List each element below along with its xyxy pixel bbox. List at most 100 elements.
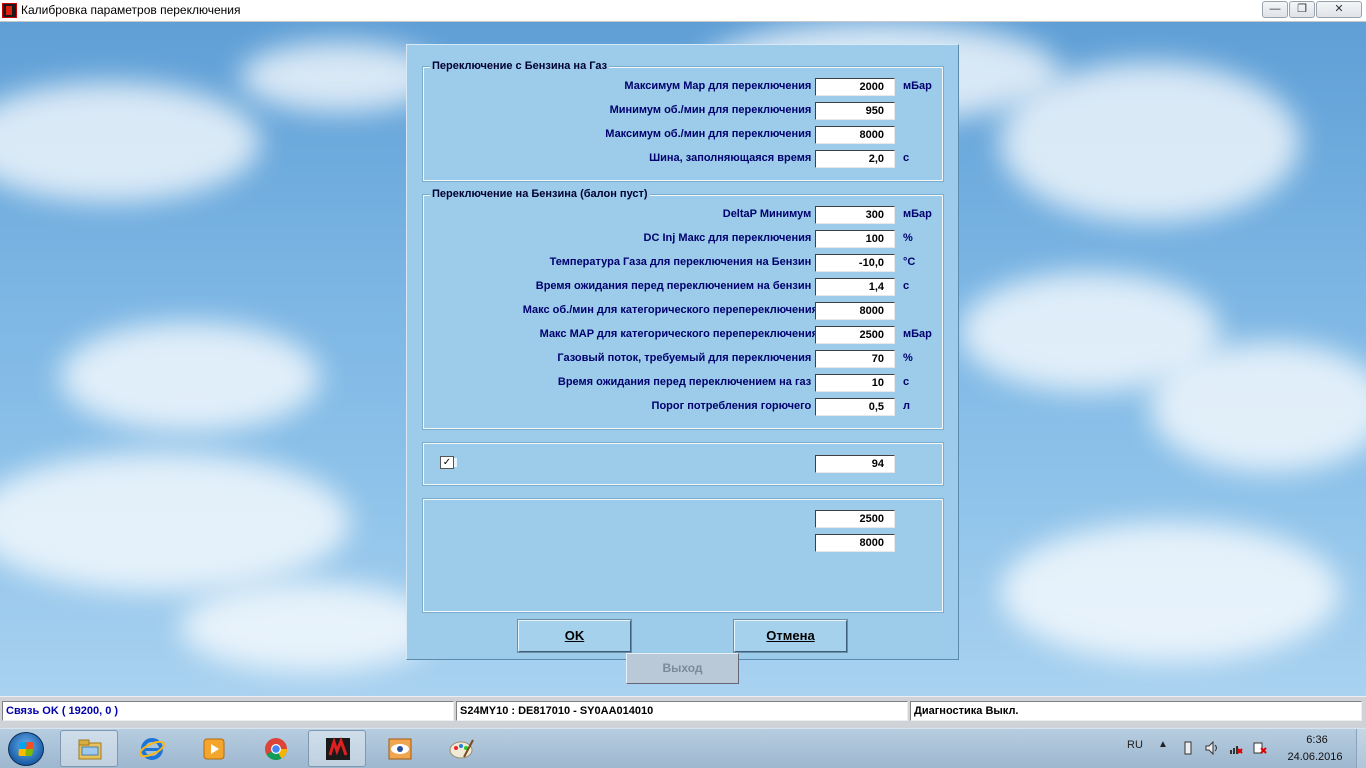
row-gas-flow: Газовый поток, требуемый для переключени…	[424, 350, 955, 368]
fuel-threshold-field[interactable]: 0,5	[815, 398, 895, 416]
min-rpm-field[interactable]: 950	[815, 102, 895, 120]
title-bar: Калибровка параметров переключения — ❐ ✕	[0, 0, 1366, 22]
group-to-petrol-title: Переключение на Бензина (балон пуст)	[430, 188, 650, 200]
app-logo-icon	[2, 3, 17, 18]
row-label: Макс об./мин для категорического перепер…	[522, 304, 818, 316]
row-deltap-min: DeltaP Минимум : 300 мБар	[424, 206, 955, 224]
usb-icon[interactable]	[1181, 741, 1195, 755]
taskbar-media-player[interactable]	[184, 730, 242, 767]
action-center-icon[interactable]	[1253, 741, 1267, 755]
group-checkbox: ✓ 94	[422, 442, 944, 486]
show-desktop-button[interactable]	[1356, 729, 1366, 768]
row-max-rpm: Максимум об./мин для переключения : 8000	[424, 126, 955, 144]
start-button[interactable]	[8, 732, 44, 766]
clock-time[interactable]: 6:36	[1292, 734, 1342, 746]
group-petrol-to-gas-title: Переключение с Бензина на Газ	[430, 60, 610, 72]
row-unit: мБар	[903, 208, 932, 220]
fill-time-field[interactable]: 2,0	[815, 150, 895, 168]
eye-app-icon	[388, 738, 412, 760]
max-map-forced-field[interactable]: 2500	[815, 326, 895, 344]
maximize-button[interactable]: ❐	[1289, 1, 1315, 18]
gas-flow-field[interactable]: 70	[815, 350, 895, 368]
max-map-field[interactable]: 2000	[815, 78, 895, 96]
window-title: Калибровка параметров переключения	[21, 3, 241, 17]
row-fuel-threshold: Порог потребления горючего : 0,5 л	[424, 398, 955, 416]
group-to-petrol: Переключение на Бензина (балон пуст) Del…	[422, 188, 944, 430]
network-icon[interactable]	[1229, 741, 1243, 755]
taskbar-eye-app[interactable]	[370, 730, 428, 767]
taskbar-chrome[interactable]	[246, 730, 304, 767]
row-label: Порог потребления горючего :	[651, 400, 818, 412]
taskbar-explorer[interactable]	[60, 730, 118, 767]
cancel-button[interactable]: Отмена	[733, 619, 848, 653]
wait-petrol-field[interactable]: 1,4	[815, 278, 895, 296]
row-max-rpm-forced: Макс об./мин для категорического перепер…	[424, 302, 955, 320]
row-unit: с	[903, 280, 910, 292]
row-label: DC Inj Макс для переключения :	[643, 232, 818, 244]
group-petrol-to-gas: Переключение с Бензина на Газ Максимум M…	[422, 60, 944, 182]
calibration-app-icon	[326, 737, 350, 760]
diagnostics-status: Диагностика Выкл.	[910, 701, 1362, 721]
row-unit: с	[903, 376, 910, 388]
taskbar-internet-explorer[interactable]	[122, 730, 180, 767]
chrome-icon	[265, 738, 287, 760]
row-unit: %	[903, 352, 913, 364]
row-label: Время ожидания перед переключением на бе…	[535, 280, 818, 292]
taskbar-calibration-app[interactable]	[308, 730, 366, 767]
minimize-button[interactable]: —	[1262, 1, 1288, 18]
row-unit: мБар	[903, 328, 932, 340]
row-unit: °C	[903, 256, 916, 268]
status-bar: Связь OK ( 19200, 0 ) S24MY10 : DE817010…	[0, 696, 1366, 728]
row-wait-petrol: Время ожидания перед переключением на бе…	[424, 278, 955, 296]
dc-inj-field[interactable]: 100	[815, 230, 895, 248]
extra-value-1-field[interactable]: 2500	[815, 510, 895, 528]
row-label: Температура Газа для переключения на Бен…	[549, 256, 818, 268]
extra-value-2-field[interactable]: 8000	[815, 534, 895, 552]
language-indicator[interactable]: RU	[1127, 739, 1143, 751]
max-rpm-forced-field[interactable]: 8000	[815, 302, 895, 320]
row-label: Максимум об./мин для переключения :	[605, 128, 818, 140]
row-label: Шина, заполняющаяся время :	[649, 152, 818, 164]
deltap-min-field[interactable]: 300	[815, 206, 895, 224]
connection-status: Связь OK ( 19200, 0 )	[2, 701, 454, 721]
row-min-rpm: Минимум об./мин для переключения : 950	[424, 102, 955, 120]
volume-icon[interactable]	[1205, 741, 1219, 755]
row-label: DeltaP Минимум :	[722, 208, 818, 220]
row-fill-time: Шина, заполняющаяся время : 2,0 с	[424, 150, 955, 168]
close-button[interactable]: ✕	[1316, 1, 1362, 18]
group-extra: 2500 8000	[422, 498, 944, 613]
ok-button[interactable]: OK	[517, 619, 632, 653]
row-extra-2: 8000	[424, 534, 955, 552]
row-unit: мБар	[903, 80, 932, 92]
exit-button[interactable]: Выход	[626, 653, 739, 684]
row-extra-1: 2500	[424, 510, 955, 528]
row-dc-inj: DC Inj Макс для переключения : 100 %	[424, 230, 955, 248]
row-label: Минимум об./мин для переключения :	[609, 104, 818, 116]
paint-icon	[449, 739, 474, 759]
internet-explorer-icon	[139, 738, 165, 760]
wait-gas-field[interactable]: 10	[815, 374, 895, 392]
taskbar-paint[interactable]	[432, 730, 490, 767]
row-label: Максимум Map для переключения :	[624, 80, 818, 92]
row-gas-temp: Температура Газа для переключения на Бен…	[424, 254, 955, 272]
max-rpm-field[interactable]: 8000	[815, 126, 895, 144]
ecu-status: S24MY10 : DE817010 - SY0AA014010	[456, 701, 908, 721]
row-unit: л	[903, 400, 910, 412]
row-unit: %	[903, 232, 913, 244]
row-label: Время ожидания перед переключением на га…	[557, 376, 818, 388]
taskbar: RU ▲ 6:36 24.06.2016	[0, 728, 1366, 768]
checkbox-value-field[interactable]: 94	[815, 455, 895, 473]
row-checkbox-value: 94	[424, 455, 955, 473]
row-wait-gas: Время ожидания перед переключением на га…	[424, 374, 955, 392]
explorer-icon	[78, 739, 102, 760]
row-max-map: Максимум Map для переключения : 2000 мБа…	[424, 78, 955, 96]
row-unit: с	[903, 152, 910, 164]
row-label: Газовый поток, требуемый для переключени…	[557, 352, 818, 364]
show-hidden-icons-button[interactable]: ▲	[1158, 739, 1168, 750]
calibration-dialog: Переключение с Бензина на Газ Максимум M…	[406, 44, 959, 660]
clock-date[interactable]: 24.06.2016	[1282, 751, 1348, 763]
media-player-icon	[203, 738, 225, 760]
row-max-map-forced: Макс MAP для категорического перепереклю…	[424, 326, 955, 344]
row-label: Макс MAP для категорического перепереклю…	[539, 328, 818, 340]
gas-temp-field[interactable]: -10,0	[815, 254, 895, 272]
